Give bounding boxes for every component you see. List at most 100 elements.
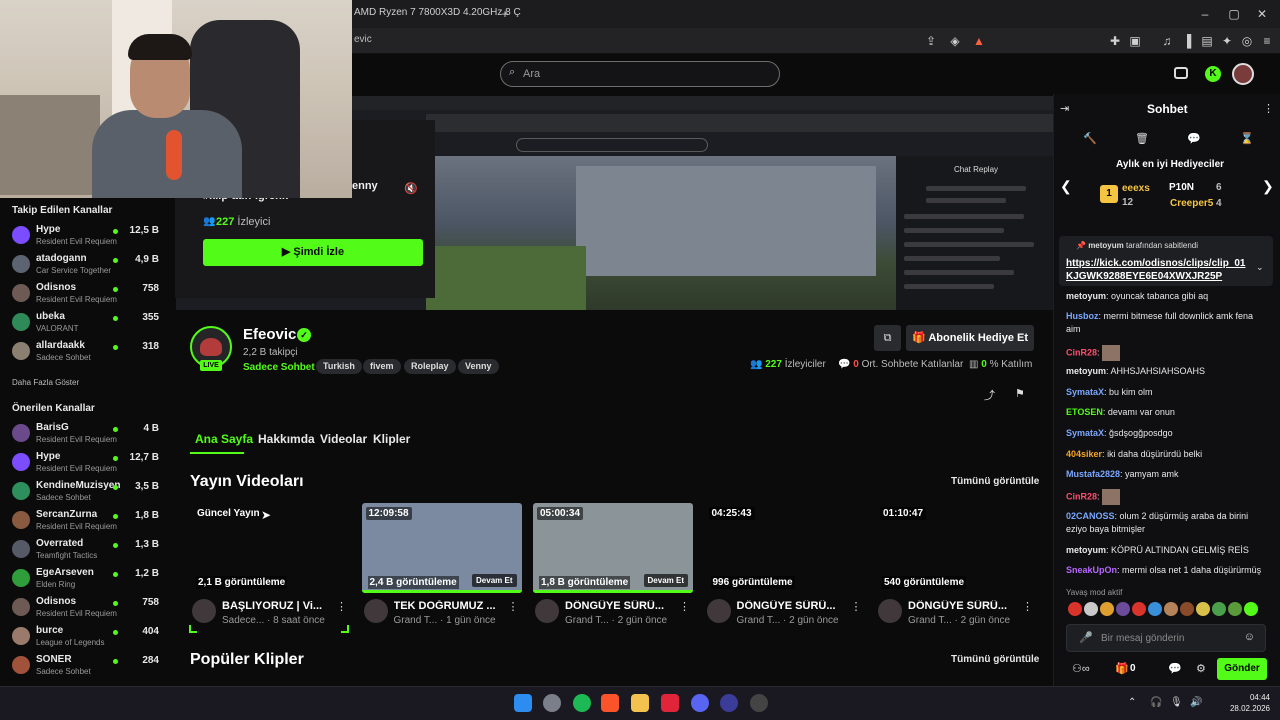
theater-mode-button[interactable]: ⧉ xyxy=(874,325,901,351)
sidebar-channel-item[interactable]: KendineMuzisyen Sadece Sohbet 3,5 B xyxy=(0,478,170,507)
mod-tools-icon[interactable]: 🔨 xyxy=(1083,132,1097,145)
emote-icon[interactable] xyxy=(1244,602,1258,616)
video-title[interactable]: BAŞLIYORUZ | Vi... xyxy=(222,600,334,612)
tag-chip[interactable]: Roleplay xyxy=(404,359,456,374)
sidebar-channel-item[interactable]: SercanZurna Resident Evil Requiem 1,8 B xyxy=(0,507,170,536)
url-text[interactable]: evic xyxy=(354,34,372,45)
mic-icon[interactable]: 🎤 xyxy=(1079,631,1093,644)
sidebar-toggle-icon[interactable]: ▐ xyxy=(1178,32,1196,50)
watch-now-button[interactable]: ▶ Şimdi İzle xyxy=(203,239,423,266)
share-icon[interactable]: ⤴ xyxy=(984,387,995,403)
video-thumbnail[interactable]: 05:00:34 1,8 B görüntüleme Devam Et xyxy=(533,503,693,593)
discord-icon[interactable] xyxy=(691,694,709,712)
chat-username[interactable]: CinR28 xyxy=(1066,491,1097,501)
microphone-icon[interactable]: 🎙 xyxy=(1170,697,1183,708)
trash-icon[interactable]: 🗑 xyxy=(1135,132,1149,145)
rewards-icon[interactable] xyxy=(1174,67,1188,79)
show-more-link[interactable]: Daha Fazla Göster xyxy=(12,378,79,387)
chat-username[interactable]: metoyum xyxy=(1066,366,1106,376)
chat-username[interactable]: metoyum xyxy=(1066,291,1106,301)
sidebar-channel-item[interactable]: Odisnos Resident Evil Requiem 758 xyxy=(0,280,170,309)
video-menu-icon[interactable]: ⋮ xyxy=(336,600,347,613)
video-channel-avatar[interactable] xyxy=(706,599,731,623)
spotify-icon[interactable] xyxy=(573,694,591,712)
tag-chip[interactable]: Turkish xyxy=(316,359,362,374)
expand-pinned-icon[interactable]: ⌄ xyxy=(1256,262,1264,273)
video-card[interactable]: 01:10:47 540 görüntüleme DÖNGÜYE SÜRÜ... Gr… xyxy=(876,503,1036,631)
video-title[interactable]: DÖNGÜYE SÜRÜ... xyxy=(737,600,849,612)
video-menu-icon[interactable]: ⋮ xyxy=(508,600,519,613)
sidebar-channel-item[interactable]: BarisG Resident Evil Requiem 4 B xyxy=(0,420,170,449)
kick-k-icon[interactable]: K xyxy=(1205,66,1221,82)
vpn-icon[interactable]: ◎ xyxy=(1238,32,1256,50)
emote-icon[interactable] xyxy=(1132,602,1146,616)
sidebar-channel-item[interactable]: Overrated Teamfight Tactics 1,3 B xyxy=(0,536,170,565)
video-channel-avatar[interactable] xyxy=(878,599,902,623)
chat-username[interactable]: CinR28 xyxy=(1066,347,1097,357)
app-icon[interactable] xyxy=(720,694,738,712)
sidebar-channel-item[interactable]: Odisnos Resident Evil Requiem 758 xyxy=(0,594,170,623)
mute-icon[interactable]: 🔇 xyxy=(404,182,418,195)
video-card[interactable]: 04:25:43 996 görüntüleme DÖNGÜYE SÜRÜ... Gr… xyxy=(704,503,865,631)
chat-settings-icon[interactable]: ⚙ xyxy=(1196,662,1206,675)
report-icon[interactable]: ⚑ xyxy=(1015,387,1025,400)
adobe-icon[interactable] xyxy=(661,694,679,712)
sidebar-channel-item[interactable]: atadogann Car Service Together 4,9 B xyxy=(0,251,170,280)
minimize-icon[interactable]: – xyxy=(1196,5,1214,23)
emote-icon[interactable] xyxy=(1228,602,1242,616)
prev-chevron-icon[interactable]: ❮ xyxy=(1060,178,1072,195)
pinned-link[interactable]: https://kick.com/odisnos/clips/clip_01KJ… xyxy=(1066,257,1251,283)
chat-username[interactable]: Husboz xyxy=(1066,311,1099,321)
chat-username[interactable]: ETOSEN xyxy=(1066,407,1103,417)
maximize-icon[interactable]: ▢ xyxy=(1225,5,1243,23)
channel-points-icon[interactable]: ⚇∞ xyxy=(1072,662,1090,675)
clock[interactable]: 04:44 28.02.2026 xyxy=(1214,692,1270,714)
channel-category[interactable]: Sadece Sohbet xyxy=(243,362,315,373)
volume-icon[interactable]: 🔊 xyxy=(1190,697,1202,708)
sidebar-channel-item[interactable]: EgeArseven Elden Ring 1,2 B xyxy=(0,565,170,594)
emoji-picker-icon[interactable]: ☺ xyxy=(1244,631,1255,643)
new-tab-icon[interactable]: + xyxy=(496,5,514,23)
close-icon[interactable]: ✕ xyxy=(1253,5,1271,23)
emote-icon[interactable] xyxy=(1212,602,1226,616)
brave-rewards-icon[interactable]: ▲ xyxy=(970,32,988,50)
chat-username[interactable]: Mustafa2828 xyxy=(1066,469,1120,479)
collapse-chat-icon[interactable]: ⇥ xyxy=(1060,102,1069,115)
chat-username[interactable]: 404siker xyxy=(1066,449,1102,459)
emote-icon[interactable] xyxy=(1196,602,1210,616)
gift-sub-button[interactable]: 🎁 Abonelik Hediye Et xyxy=(906,325,1034,351)
video-menu-icon[interactable]: ⋮ xyxy=(1022,600,1033,613)
gifter-name[interactable]: eeexs xyxy=(1122,183,1150,194)
chat-emote-icon[interactable]: 💬 xyxy=(1168,662,1182,675)
sidebar-channel-item[interactable]: SONER Sadece Sohbet 284 xyxy=(0,652,170,681)
menu-icon[interactable]: ≡ xyxy=(1258,32,1276,50)
chat-username[interactable]: SymataX xyxy=(1066,387,1104,397)
gift-icon[interactable]: 🎁 xyxy=(1115,662,1129,675)
tag-chip[interactable]: fivem xyxy=(363,359,401,374)
video-title[interactable]: DÖNGÜYE SÜRÜ... xyxy=(908,600,1020,612)
file-explorer-icon[interactable] xyxy=(631,694,649,712)
emote-icon[interactable] xyxy=(1116,602,1130,616)
chat-username[interactable]: 02CANOSS xyxy=(1066,511,1115,521)
sidebar-channel-item[interactable]: ubeka VALORANT 355 xyxy=(0,309,170,338)
tab-clips[interactable]: Klipler xyxy=(373,432,410,446)
clips-see-all-link[interactable]: Tümünü görüntüle xyxy=(951,654,1039,665)
video-menu-icon[interactable]: ⋮ xyxy=(679,600,690,613)
video-title[interactable]: DÖNGÜYE SÜRÜ... xyxy=(565,600,677,612)
tab-about[interactable]: Hakkımda xyxy=(258,432,315,446)
video-thumbnail[interactable]: 01:10:47 540 görüntüleme xyxy=(876,503,1036,593)
tab-videos[interactable]: Videolar xyxy=(320,432,367,446)
leo-ai-icon[interactable]: ✦ xyxy=(1218,32,1236,50)
emote-icon[interactable] xyxy=(1180,602,1194,616)
chat-username[interactable]: metoyum xyxy=(1066,545,1106,555)
chat-username[interactable]: SneakUpOn xyxy=(1066,565,1117,575)
headset-icon[interactable]: 🎧 xyxy=(1150,697,1162,708)
emote-icon[interactable] xyxy=(1100,602,1114,616)
wallet-icon[interactable]: ▤ xyxy=(1198,32,1216,50)
emote-icon[interactable] xyxy=(1084,602,1098,616)
video-thumbnail[interactable]: 12:09:58 2,4 B görüntüleme Devam Et xyxy=(361,503,522,593)
video-menu-icon[interactable]: ⋮ xyxy=(851,600,862,613)
settings-app-icon[interactable] xyxy=(543,694,561,712)
emote-icon[interactable] xyxy=(1148,602,1162,616)
video-card[interactable]: Güncel Yayın 2,1 B görüntüleme BAŞLIYORUZ … xyxy=(190,503,350,631)
